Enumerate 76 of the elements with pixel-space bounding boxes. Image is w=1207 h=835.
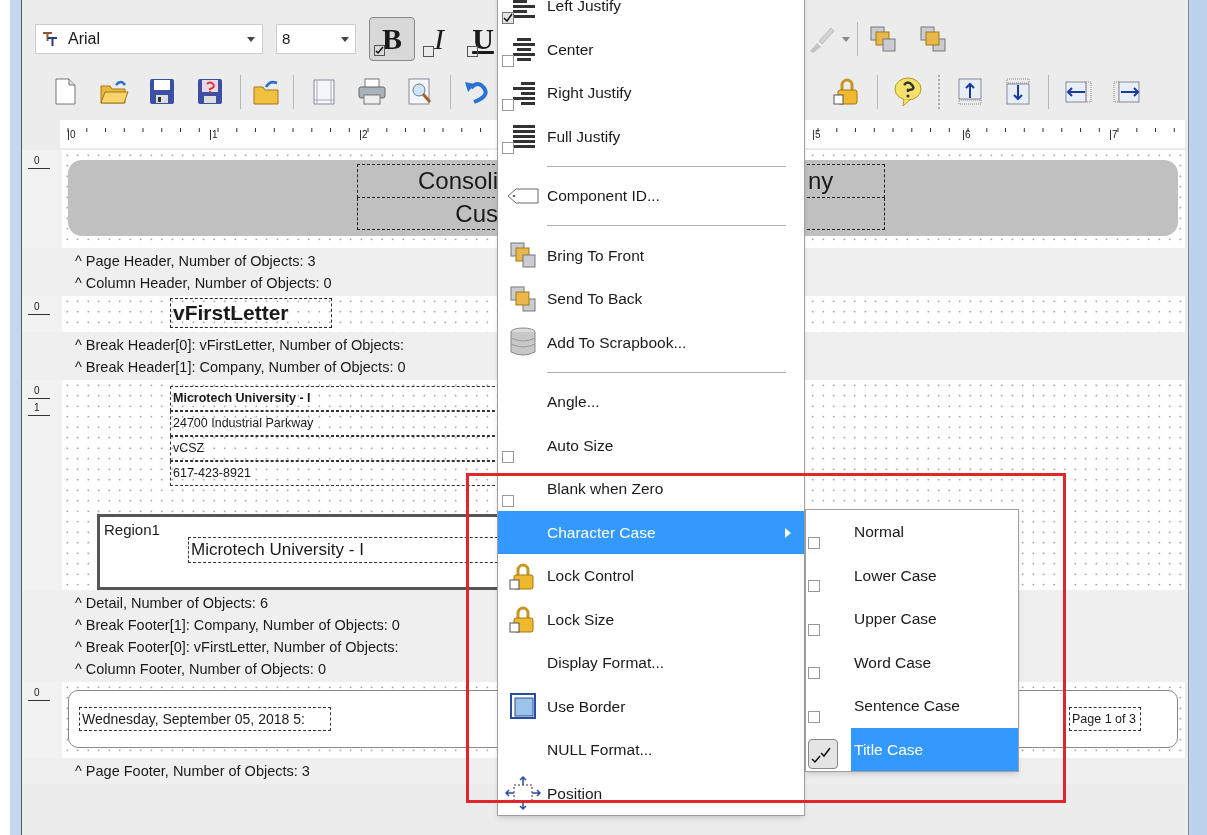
band-label: ^ Break Header[1]: Company, Number of Objects: 0 (75, 358, 406, 377)
band-label: ^ Break Header[0]: vFirstLetter, Number of Objects: (75, 336, 405, 355)
menu-item[interactable]: Add To Scrapbook... (498, 320, 804, 364)
checkbox[interactable] (502, 98, 514, 111)
band-label: ^ Column Header, Number of Objects: 0 (75, 274, 332, 293)
ruler-mark: 0 (28, 686, 50, 701)
ruler-number: 7 (1110, 130, 1118, 140)
menu-item[interactable]: Send To Back (498, 277, 804, 321)
ruler-number: 5 (813, 130, 821, 140)
menu-item[interactable]: Bring To Front (498, 233, 804, 277)
font-dropdown[interactable]: Arial (35, 24, 263, 54)
band-label: ^ Column Footer, Number of Objects: 0 (75, 660, 326, 679)
menu-item[interactable]: Sentence Case (851, 684, 1018, 728)
checkbox[interactable] (502, 451, 514, 463)
font-size-dropdown[interactable]: 8 (276, 24, 356, 54)
checkbox[interactable] (808, 623, 820, 636)
ruler-number: 6 (963, 130, 971, 140)
checkbox[interactable] (808, 667, 820, 679)
ruler-mark: 1 (28, 401, 50, 416)
checkbox[interactable] (808, 710, 820, 723)
send-to-back-icon[interactable] (918, 24, 948, 54)
position-icon (504, 775, 541, 812)
menu-item[interactable]: Upper Case (851, 597, 1018, 641)
menu-item[interactable]: NULL Format... (498, 728, 804, 772)
bring-to-front-icon[interactable] (868, 24, 898, 54)
checkbox[interactable] (808, 580, 820, 592)
band-label: ^ Detail, Number of Objects: 6 (75, 594, 268, 613)
checkbox[interactable] (808, 739, 838, 769)
checkbox[interactable] (502, 11, 514, 24)
dropdown-caret-icon (246, 35, 256, 43)
checkbox[interactable] (502, 494, 514, 507)
font-size-value: 8 (282, 28, 292, 49)
menu-item[interactable]: Blank when Zero (498, 467, 804, 511)
region-label: Region1 (104, 520, 160, 540)
menu-item[interactable]: Position (498, 771, 804, 815)
ruler-number: 2 (360, 130, 368, 140)
ruler-number: 1 (210, 130, 218, 140)
menu-item[interactable]: Full Justify (498, 114, 804, 158)
menu-item[interactable]: Right Justify (498, 71, 804, 115)
ruler-mark: 0 (28, 384, 50, 399)
check-icon (503, 12, 513, 23)
menu-item[interactable]: Normal (851, 510, 1018, 554)
date-field: Wednesday, September 05, 2018 5: (79, 707, 331, 731)
title-text: ny (808, 169, 834, 193)
subtitle-text: Cus (454, 201, 498, 226)
menu-item[interactable]: Lock Size (498, 597, 804, 641)
italic-button[interactable]: I (419, 17, 459, 61)
ruler-mark: 0 (28, 300, 50, 315)
ruler-number: 0 (68, 130, 76, 140)
band-label: ^ Break Footer[1]: Company, Number of Objects: 0 (75, 616, 400, 635)
check-icon (375, 46, 384, 55)
band-label: ^ Break Footer[0]: vFirstLetter, Number of Objects: (75, 638, 399, 657)
submenu-arrow-icon (784, 527, 792, 538)
checkbox[interactable] (502, 55, 514, 67)
dropdown-caret-icon[interactable] (841, 35, 851, 43)
title-text: Consoli (416, 169, 498, 193)
break-field: vFirstLetter (170, 298, 332, 328)
menu-item[interactable]: Display Format... (498, 641, 804, 685)
menu-item[interactable]: Word Case (851, 640, 1018, 684)
font-icon (42, 31, 58, 47)
menu-item[interactable]: Lower Case (851, 553, 1018, 597)
font-name: Arial (68, 29, 101, 49)
band-label: ^ Page Footer, Number of Objects: 3 (75, 762, 310, 781)
band-label: ^ Page Header, Number of Objects: 3 (75, 252, 316, 271)
ruler-mark: 0 (28, 154, 50, 169)
bold-button[interactable]: B (369, 17, 415, 61)
printer-icon[interactable] (356, 76, 388, 108)
menu-item[interactable]: Use Border (498, 684, 804, 728)
checkbox[interactable] (502, 142, 514, 154)
checkbox[interactable] (808, 536, 820, 549)
dropdown-caret-icon (340, 35, 350, 43)
menu-item[interactable]: Auto Size (498, 423, 804, 467)
page-number-field: Page 1 of 3 (1069, 707, 1141, 731)
help-icon[interactable] (892, 76, 924, 108)
menu-item[interactable]: Angle... (498, 380, 804, 424)
menu-item[interactable]: Component ID... (498, 174, 804, 218)
